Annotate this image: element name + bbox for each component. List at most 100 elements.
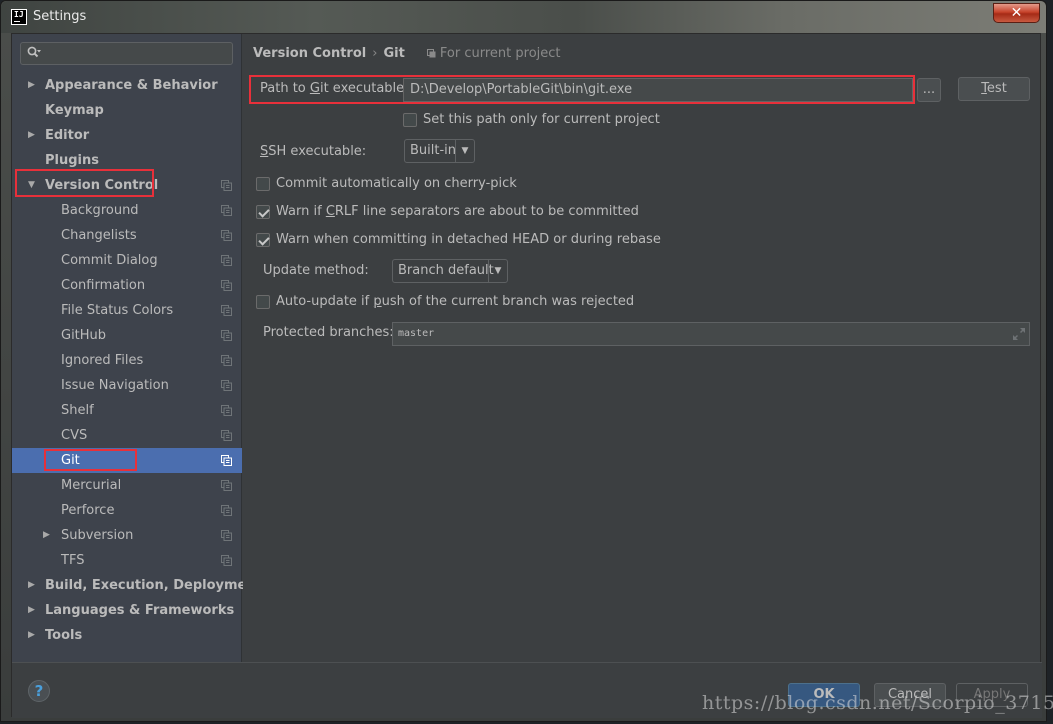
sidebar-item-label: Commit Dialog — [61, 253, 158, 268]
sidebar-item-plugins[interactable]: Plugins — [12, 148, 242, 173]
sidebar-item-file-status-colors[interactable]: File Status Colors — [12, 298, 242, 323]
label-mnemonic: G — [309, 81, 320, 96]
sidebar-item-label: Issue Navigation — [61, 378, 169, 393]
protected-branches-input[interactable]: master — [392, 322, 1030, 346]
project-scope-icon — [221, 355, 232, 366]
ssh-executable-label: SSH executable: — [260, 144, 366, 159]
breadcrumb-parent[interactable]: Version Control — [253, 46, 366, 61]
sidebar-item-changelists[interactable]: Changelists — [12, 223, 242, 248]
breadcrumb-current: Git — [383, 46, 405, 61]
sidebar-item-build-execution-deployment[interactable]: ▶ Build, Execution, Deployment — [12, 573, 262, 598]
git-settings-panel: Version Control › Git For current project … — [243, 34, 1040, 662]
set-path-current-project-checkbox[interactable] — [403, 113, 417, 127]
sidebar-item-shelf[interactable]: Shelf — [12, 398, 242, 423]
sidebar-item-label: CVS — [61, 428, 88, 443]
settings-tree: ▶ Appearance & Behavior Keymap ▶ Editor Plugi… — [12, 73, 262, 648]
commit-cherry-pick-checkbox[interactable] — [256, 177, 270, 191]
close-button[interactable]: ✕ — [993, 3, 1040, 23]
set-path-current-project-label[interactable]: Set this path only for current project — [423, 112, 660, 127]
warn-crlf-checkbox[interactable] — [256, 205, 270, 219]
title-bar[interactable]: IJ Settings ✕ — [1, 1, 1046, 33]
sidebar-item-label: Languages & Frameworks — [45, 603, 235, 618]
path-to-git-input[interactable]: D:\Develop\PortableGit\bin\git.exe — [403, 78, 913, 102]
project-scope-icon — [221, 230, 232, 241]
collapsed-arrow-icon[interactable]: ▶ — [28, 573, 35, 598]
project-scope-icon — [221, 255, 232, 266]
auto-update-label[interactable]: Auto-update if push of the current branc… — [276, 294, 634, 309]
expanded-arrow-icon[interactable]: ▼ — [28, 173, 35, 198]
project-scope-icon — [221, 280, 232, 291]
sidebar-item-perforce[interactable]: Perforce — [12, 498, 242, 523]
auto-update-checkbox[interactable] — [256, 295, 270, 309]
sidebar-item-cvs[interactable]: CVS — [12, 423, 242, 448]
ssh-executable-value: Built-in — [410, 143, 457, 158]
label-mnemonic: p — [373, 294, 382, 309]
browse-button[interactable]: ... — [917, 78, 941, 102]
search-icon — [27, 46, 41, 58]
sidebar-item-confirmation[interactable]: Confirmation — [12, 273, 242, 298]
project-scope-icon — [221, 380, 232, 391]
sidebar-item-label: GitHub — [61, 328, 107, 343]
sidebar-item-editor[interactable]: ▶ Editor — [12, 123, 242, 148]
sidebar-item-appearance-behavior[interactable]: ▶ Appearance & Behavior — [12, 73, 242, 98]
project-scope-icon — [221, 330, 232, 341]
settings-search-input[interactable] — [20, 42, 233, 65]
settings-window: IJ Settings ✕ ▶ Appearance & Behavior Keym… — [0, 0, 1047, 722]
breadcrumb: Version Control › Git For current project — [253, 46, 561, 61]
settings-sidebar: ▶ Appearance & Behavior Keymap ▶ Editor Plugi… — [12, 34, 262, 662]
collapsed-arrow-icon[interactable]: ▶ — [28, 73, 35, 98]
test-button[interactable]: Test — [958, 77, 1030, 101]
label-part: Path to — [260, 81, 310, 96]
expand-icon[interactable] — [1013, 328, 1025, 340]
protected-branches-label: Protected branches: — [263, 325, 394, 340]
collapsed-arrow-icon[interactable]: ▶ — [28, 123, 35, 148]
project-scope-icon — [221, 205, 232, 216]
sidebar-item-github[interactable]: GitHub — [12, 323, 242, 348]
ssh-executable-select[interactable]: Built-in ▼ — [404, 139, 475, 163]
update-method-select[interactable]: Branch default ▼ — [392, 259, 508, 283]
sidebar-item-label: Keymap — [45, 103, 104, 118]
sidebar-item-keymap[interactable]: Keymap — [12, 98, 242, 123]
sidebar-item-tools[interactable]: ▶ Tools — [12, 623, 242, 648]
sidebar-item-label: Git — [61, 453, 80, 468]
warn-detached-head-checkbox[interactable] — [256, 233, 270, 247]
sidebar-item-commit-dialog[interactable]: Commit Dialog — [12, 248, 242, 273]
sidebar-item-background[interactable]: Background — [12, 198, 242, 223]
sidebar-item-ignored-files[interactable]: Ignored Files — [12, 348, 242, 373]
protected-branches-value: master — [398, 328, 435, 339]
sidebar-item-label: File Status Colors — [61, 303, 174, 318]
sidebar-item-issue-navigation[interactable]: Issue Navigation — [12, 373, 242, 398]
collapsed-arrow-icon[interactable]: ▶ — [43, 523, 50, 548]
project-scope-icon — [221, 405, 232, 416]
watermark: https://blog.csdn.net/Scorpio_3715 — [702, 692, 1053, 714]
label-mnemonic: C — [325, 204, 335, 219]
sidebar-item-label: Editor — [45, 128, 90, 143]
sidebar-item-subversion[interactable]: ▶ Subversion — [12, 523, 242, 548]
warn-crlf-label[interactable]: Warn if CRLF line separators are about t… — [276, 204, 639, 219]
sidebar-item-label: Build, Execution, Deployment — [45, 578, 262, 593]
warn-detached-head-label[interactable]: Warn when committing in detached HEAD or… — [276, 232, 661, 247]
sidebar-item-mercurial[interactable]: Mercurial — [12, 473, 242, 498]
sidebar-item-label: Plugins — [45, 153, 99, 168]
sidebar-item-git[interactable]: Git — [12, 448, 242, 473]
scope-note: For current project — [426, 46, 561, 61]
scope-note-text: For current project — [439, 46, 561, 61]
collapsed-arrow-icon[interactable]: ▶ — [28, 598, 35, 623]
collapsed-arrow-icon[interactable]: ▶ — [28, 623, 35, 648]
intellij-app-icon: IJ — [11, 9, 27, 25]
path-to-git-label: Path to Git executable: — [260, 81, 409, 96]
label-part: it executable: — [319, 81, 409, 96]
label-part: Auto-update if — [276, 294, 374, 309]
label-part: RLF line separators are about to be comm… — [334, 204, 639, 219]
sidebar-item-label: Perforce — [61, 503, 115, 518]
project-scope-icon — [221, 480, 232, 491]
project-scope-icon — [221, 430, 232, 441]
window-title: Settings — [33, 9, 87, 24]
sidebar-item-languages-frameworks[interactable]: ▶ Languages & Frameworks — [12, 598, 242, 623]
sidebar-item-version-control[interactable]: ▼ Version Control — [12, 173, 242, 198]
help-button[interactable]: ? — [28, 680, 50, 702]
commit-cherry-pick-label[interactable]: Commit automatically on cherry-pick — [276, 176, 517, 191]
sidebar-item-label: Tools — [45, 628, 83, 643]
sidebar-item-label: Shelf — [61, 403, 94, 418]
sidebar-item-tfs[interactable]: TFS — [12, 548, 242, 573]
